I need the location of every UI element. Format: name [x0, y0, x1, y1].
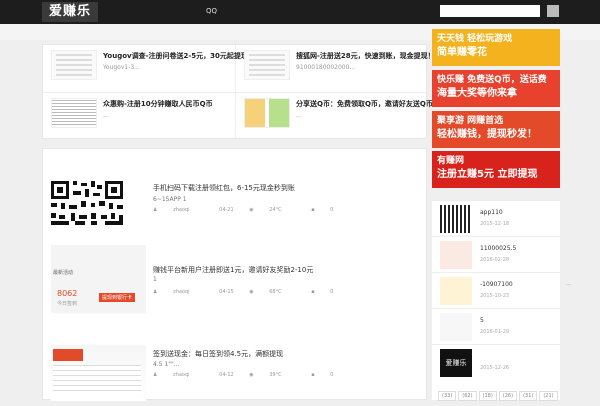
thumb-stat-label: 今日签到 — [57, 301, 78, 307]
featured-snippet: 91000180002000... — [296, 64, 356, 71]
post-date: 04-15 — [219, 289, 234, 295]
side-item-date: 2015-12-18 — [480, 221, 510, 227]
featured-item[interactable]: Yougov调查-注册问卷送2-5元，30元起提现！ Yougov1-3... — [43, 45, 255, 92]
ad-banner-kuailezhuan[interactable]: 快乐赚 免费送Q币，送话费 海量大奖等你来拿 — [432, 70, 560, 107]
user-icon: ♟ — [153, 207, 160, 213]
user-icon: ♟ — [153, 372, 160, 378]
featured-item[interactable]: 搜狐网-注册送28元，快速到账，现金提现！ 91000180002000... — [236, 45, 435, 92]
top-bar: 爱赚乐 QQ — [0, 0, 600, 24]
side-item-date: 2016-01-29 — [480, 329, 510, 335]
views-count: ◉ 39°C — [249, 372, 282, 378]
post-meta: ♟ zhaoqi 04-21 ◉ 24°C ▪ 0 — [153, 207, 361, 213]
thumb-rows — [53, 365, 141, 395]
comment-count[interactable]: ▪ 0 — [311, 372, 347, 378]
side-list-item[interactable]: 爱赚乐 2015-12-26 — [432, 344, 560, 381]
post-item[interactable]: 签到送现金：每日签到领4.5元，满额提现 4.5 1""... ♟ zhaoqi… — [43, 321, 426, 406]
featured-panel: Yougov调查-注册问卷送2-5元，30元起提现！ Yougov1-3... … — [42, 44, 435, 140]
featured-thumbnail — [244, 98, 290, 128]
featured-title[interactable]: 众惠购-注册10分钟赚取人民币Q币 — [103, 99, 213, 109]
side-thumbnail — [440, 241, 472, 269]
search-button[interactable] — [547, 5, 559, 17]
site-logo[interactable]: 爱赚乐 — [42, 2, 98, 22]
eye-icon: ◉ — [249, 207, 256, 213]
post-title[interactable]: 签到送现金：每日签到领4.5元，满额提现 — [153, 349, 283, 359]
side-thumbnail — [440, 205, 472, 233]
post-date: 04-21 — [219, 207, 234, 213]
featured-item[interactable]: 分享送Q币：免费领取Q币，邀请好友送Q币 ... — [236, 93, 433, 140]
post-description: 4.5 1""... — [153, 361, 180, 368]
post-thumbnail[interactable] — [51, 157, 146, 225]
ad-banner-juxiangyou[interactable]: 聚享游 网赚首选 轻松赚钱，提现秒发！ — [432, 111, 560, 148]
comment-count[interactable]: ▪ 0 — [311, 289, 347, 295]
side-list-item[interactable]: 5 2016-01-29 — [432, 308, 560, 345]
featured-item[interactable]: 众惠购-注册10分钟赚取人民币Q币 ... — [43, 93, 235, 140]
side-list-item[interactable]: app110 2015-12-18 — [432, 200, 560, 237]
featured-thumbnail — [51, 98, 97, 128]
featured-thumbnail — [244, 50, 290, 80]
post-title[interactable]: 赚钱平台新用户注册即送1元，邀请好友奖励2-10元 — [153, 265, 313, 275]
user-icon: ♟ — [153, 289, 160, 295]
thumb-stat: 8062 — [57, 289, 78, 298]
comment-icon: ▪ — [311, 207, 317, 213]
side-list-item[interactable]: 11000025.5 2016-02-28 — [432, 236, 560, 273]
post-title[interactable]: 手机扫码下载注册领红包，6-15元现金秒到账 — [153, 183, 295, 193]
comment-icon: ▪ — [311, 289, 317, 295]
post-description: 6~15APP 1 — [153, 196, 187, 203]
side-item-date: 2016-02-28 — [480, 257, 510, 263]
post-description: 1 — [153, 276, 157, 283]
views-count: ◉ 68°C — [249, 289, 282, 295]
post-thumbnail[interactable]: 最新活动 8062 今日签到 提现到银行卡 — [51, 245, 146, 313]
side-item-date: 2015-10-23 — [480, 293, 510, 299]
author-name[interactable]: ♟ zhaoqi — [153, 207, 204, 213]
author-name[interactable]: ♟ zhaoqi — [153, 289, 204, 295]
more-indicator: ... — [566, 280, 572, 287]
qr-code-icon — [51, 157, 146, 225]
thumb-tag: 最新活动 — [53, 270, 74, 276]
ad-banner-youzhuanwang[interactable]: 有赚网 注册立赚5元 立即提现 — [432, 151, 560, 188]
nav-item-qq[interactable]: QQ — [206, 7, 217, 15]
eye-icon: ◉ — [249, 372, 256, 378]
side-thumbnail: 爱赚乐 — [440, 349, 472, 377]
side-thumbnail — [440, 277, 472, 305]
featured-title[interactable]: 分享送Q币：免费领取Q币，邀请好友送Q币 — [296, 99, 433, 109]
ad-banner-tiantianqian[interactable]: 天天钱 轻松玩游戏 简单赚零花 — [432, 29, 560, 66]
post-meta: ♟ zhaoqi 04-15 ◉ 68°C ▪ 0 — [153, 289, 361, 295]
side-list-item[interactable]: -10907100 2015-10-23 — [432, 272, 560, 309]
featured-title[interactable]: Yougov调查-注册问卷送2-5元，30元起提现！ — [103, 51, 255, 61]
side-item-date: 2015-12-26 — [480, 365, 510, 371]
eye-icon: ◉ — [249, 289, 256, 295]
post-item[interactable]: 手机扫码下载注册领红包，6-15元现金秒到账 6~15APP 1 ♟ zhaoq… — [43, 149, 426, 234]
thumb-banner — [53, 349, 83, 361]
side-item-title[interactable]: 5 — [480, 317, 484, 324]
side-item-title[interactable]: app110 — [480, 209, 503, 216]
post-item[interactable]: 最新活动 8062 今日签到 提现到银行卡 赚钱平台新用户注册即送1元，邀请好友… — [43, 235, 426, 320]
search-input[interactable] — [440, 5, 540, 17]
post-thumbnail[interactable] — [51, 345, 146, 401]
featured-snippet: ... — [296, 112, 302, 119]
views-count: ◉ 24°C — [249, 207, 282, 213]
side-item-title[interactable]: -10907100 — [480, 281, 513, 288]
comment-icon: ▪ — [311, 372, 317, 378]
featured-thumbnail — [51, 50, 97, 80]
author-name[interactable]: ♟ zhaoqi — [153, 372, 204, 378]
featured-snippet: Yougov1-3... — [103, 64, 140, 71]
post-list: 手机扫码下载注册领红包，6-15元现金秒到账 6~15APP 1 ♟ zhaoq… — [42, 148, 427, 401]
side-item-title[interactable]: 11000025.5 — [480, 245, 516, 252]
post-meta: ♟ zhaoqi 04-12 ◉ 39°C ▪ 0 — [153, 372, 361, 378]
thumb-button: 提现到银行卡 — [99, 293, 136, 302]
side-post-list: app110 2015-12-18 11000025.5 2016-02-28 … — [432, 200, 560, 400]
comment-count[interactable]: ▪ 0 — [311, 207, 347, 213]
featured-snippet: ... — [103, 112, 109, 119]
post-date: 04-12 — [219, 372, 234, 378]
side-thumbnail — [440, 313, 472, 341]
featured-title[interactable]: 搜狐网-注册送28元，快速到账，现金提现！ — [296, 51, 435, 61]
